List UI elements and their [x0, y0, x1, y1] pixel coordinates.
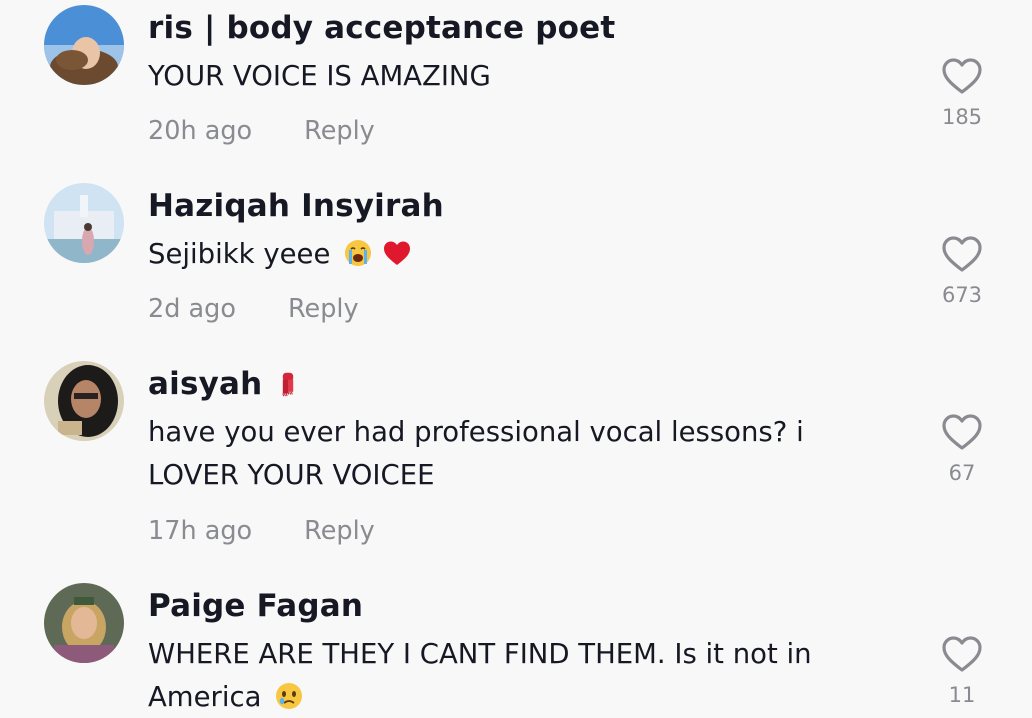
comment-text: YOUR VOICE IS AMAZING [148, 60, 491, 92]
comment-time: 2d ago [148, 294, 236, 324]
tearful-face-emoji-icon [276, 683, 303, 709]
like-box: 11 [940, 634, 984, 708]
heart-icon[interactable] [940, 634, 984, 674]
avatar[interactable] [44, 5, 124, 85]
like-count: 185 [941, 105, 983, 129]
comment-time: 20h ago [148, 116, 253, 146]
comment-meta: 20h ago Reply [148, 116, 375, 146]
comment-item: Paige Fagan WHERE ARE THEY I CANT FIND T… [0, 578, 1032, 718]
comment-username-text: aisyah [148, 366, 263, 402]
comment-item: aisyah have you ever had professional vo… [0, 356, 1032, 578]
avatar[interactable] [44, 183, 124, 263]
comment-username[interactable]: ris | body acceptance poet [148, 6, 615, 50]
comment-list: ris | body acceptance poet YOUR VOICE IS… [0, 0, 1032, 718]
comment-text-body: Sejibikk yeee [148, 238, 331, 270]
comment-username[interactable]: Paige Fagan [148, 584, 363, 628]
comment-text-body: WHERE ARE THEY I CANT FIND THEM. Is it n… [148, 638, 812, 713]
scarf-emoji-icon [282, 372, 294, 397]
reply-button[interactable]: Reply [304, 116, 375, 146]
comment-meta: 17h ago Reply [148, 516, 375, 546]
comment-text: WHERE ARE THEY I CANT FIND THEM. Is it n… [148, 633, 858, 718]
avatar[interactable] [44, 361, 124, 441]
comment-username[interactable]: Haziqah Insyirah [148, 184, 444, 228]
heart-icon[interactable] [940, 234, 984, 274]
like-box: 185 [940, 56, 984, 130]
avatar[interactable] [44, 583, 124, 663]
comment-meta: 2d ago Reply [148, 294, 359, 324]
like-count: 11 [948, 683, 976, 707]
heart-icon[interactable] [940, 56, 984, 96]
crying-face-emoji-icon [345, 240, 372, 266]
like-count: 673 [941, 283, 983, 307]
comment-item: Haziqah Insyirah Sejibikk yeee 2d ago Rep… [0, 178, 1032, 356]
like-box: 67 [940, 412, 984, 486]
heart-icon[interactable] [940, 412, 984, 452]
like-count: 67 [948, 461, 976, 485]
red-heart-emoji-icon [383, 241, 410, 265]
comment-item: ris | body acceptance poet YOUR VOICE IS… [0, 0, 1032, 178]
comment-username[interactable]: aisyah [148, 362, 301, 406]
comment-text: have you ever had professional vocal les… [148, 416, 804, 491]
comment-time: 17h ago [148, 516, 253, 546]
comment-text: Sejibikk yeee [148, 233, 848, 276]
reply-button[interactable]: Reply [304, 516, 375, 546]
reply-button[interactable]: Reply [288, 294, 359, 324]
like-box: 673 [940, 234, 984, 308]
